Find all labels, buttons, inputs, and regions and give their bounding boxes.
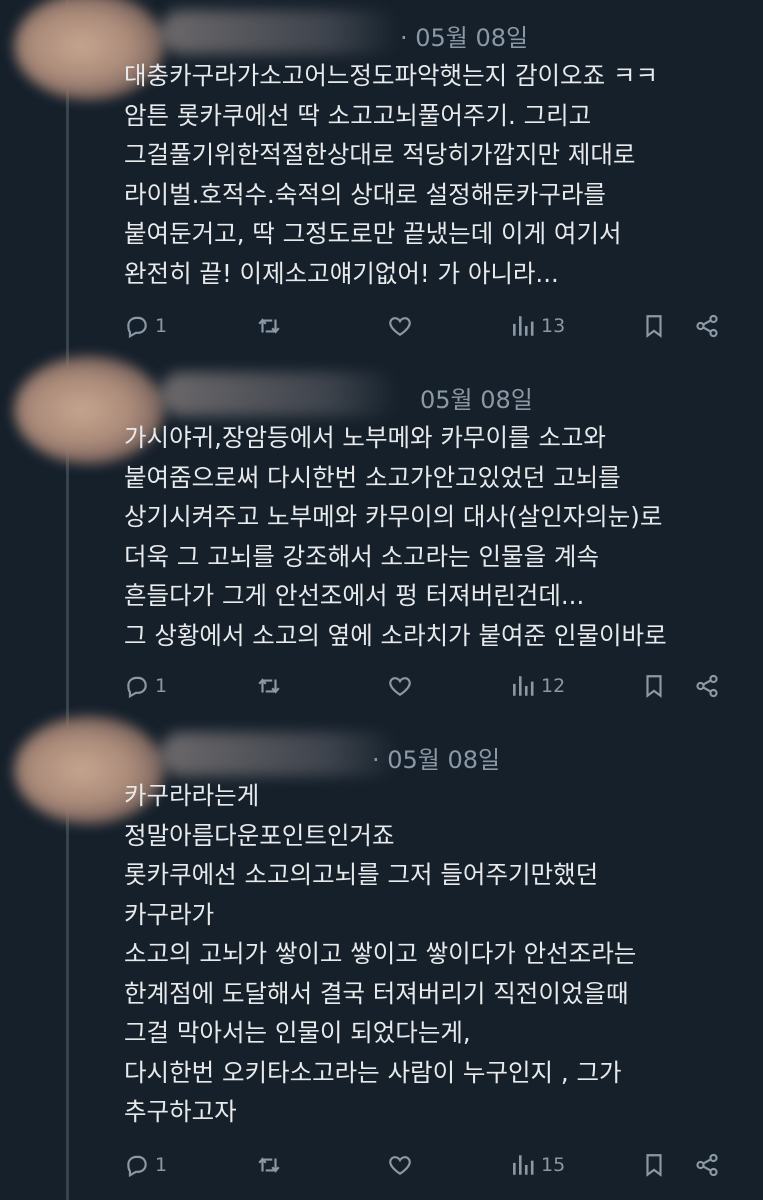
tweet-date[interactable]: · 05월 08일 [400, 18, 528, 53]
like-button[interactable] [387, 1148, 413, 1182]
share-button[interactable] [694, 669, 720, 703]
tweet-date[interactable]: · 05월 08일 [372, 740, 500, 775]
bookmark-icon [646, 675, 662, 698]
views-icon [513, 316, 534, 336]
retweet-button[interactable] [256, 1148, 282, 1182]
reply-icon [127, 316, 147, 339]
reply-icon [127, 676, 147, 699]
bookmark-icon [646, 1154, 662, 1177]
blurred-username[interactable] [160, 10, 400, 54]
tweet-text-line: 그걸풀기위한적절한상대로 적당히가깝지만 제대로 [124, 140, 636, 169]
tweet-text-line: 롯카쿠에선 소고의고뇌를 그저 들어주기만했던 [124, 860, 599, 889]
blurred-username[interactable] [160, 372, 400, 416]
tweet-text-line: 한계점에 도달해서 결국 터져버리기 직전이었을때 [124, 978, 629, 1008]
views-button[interactable]: 12 [510, 669, 565, 703]
tweet-text-line: 추구하고자 [124, 1097, 237, 1126]
like-button[interactable] [387, 669, 413, 703]
tweet-text: 카구라라는게 정말아름다운포인트인거죠 롯카쿠에선 소고의고뇌를 그저 들어주기… [124, 776, 754, 1132]
views-count: 12 [541, 675, 566, 697]
views-count: 13 [541, 315, 566, 337]
reply-button[interactable]: 1 [124, 669, 167, 703]
thread-connector-line [66, 0, 69, 1200]
share-icon [696, 1153, 718, 1177]
like-button[interactable] [387, 309, 413, 343]
tweet-text-line: 카구라라는게 [124, 781, 260, 810]
reply-icon [127, 1155, 147, 1178]
tweet-text-line: 암튼 롯카쿠에선 딱 소고고뇌풀어주기. 그리고 [124, 100, 592, 130]
reply-button[interactable]: 1 [124, 1148, 167, 1182]
blurred-username[interactable] [160, 732, 400, 776]
bookmark-icon [646, 315, 662, 338]
tweet-text: 가시야귀,장암등에서 노부메와 카무이를 소고와 붙여줌으로써 다시한번 소고가… [124, 418, 754, 655]
tweet-actions: 1 12 [124, 669, 739, 703]
tweet-text-line: 상기시켜주고 노부메와 카무이의 대사(살인자의눈)로 [124, 502, 663, 531]
tweet-text-line: 그 상황에서 소고의 옆에 소라치가 붙여준 인물이바로 [124, 620, 667, 650]
reply-count: 1 [155, 675, 168, 697]
tweet-text-line: 대충카구라가소고어느정도파악햇는지 감이오죠 ㅋㅋ [124, 61, 658, 90]
tweet-text-line: 소고의 고뇌가 쌓이고 쌓이고 쌓이다가 안선조라는 [124, 939, 637, 968]
tweet-text-line: 완전히 끝! 이제소고얘기없어! 가 아니라... [124, 258, 559, 288]
heart-icon [389, 1156, 411, 1175]
tweet-text-line: 정말아름다운포인트인거죠 [124, 820, 395, 850]
bookmark-button[interactable] [641, 1148, 667, 1182]
views-button[interactable]: 15 [510, 1148, 565, 1182]
retweet-icon [258, 318, 280, 334]
heart-icon [389, 317, 411, 336]
reply-count: 1 [155, 315, 168, 337]
tweet-date[interactable]: 05월 08일 [420, 380, 533, 415]
tweet-text-line: 가시야귀,장암등에서 노부메와 카무이를 소고와 [124, 423, 606, 452]
tweet-text-line: 카구라가 [124, 899, 215, 929]
tweet-text-line: 흔들다가 그게 안선조에서 펑 터져버린건데... [124, 581, 585, 610]
retweet-button[interactable] [256, 669, 282, 703]
tweet-text-line: 붙여줌으로써 다시한번 소고가안고있었던 고뇌를 [124, 462, 621, 492]
tweet-text-line: 붙여둔거고, 딱 그정도로만 끝냈는데 이게 여기서 [124, 219, 622, 248]
share-button[interactable] [694, 309, 720, 343]
tweet-text-line: 다시한번 오키타소고라는 사람이 누구인지 , 그가 [124, 1057, 622, 1087]
tweet-actions: 1 15 [124, 1148, 739, 1182]
bookmark-button[interactable] [641, 669, 667, 703]
views-icon [513, 676, 534, 696]
tweet-text: 대충카구라가소고어느정도파악햇는지 감이오죠 ㅋㅋ 암튼 롯카쿠에선 딱 소고고… [124, 56, 754, 293]
retweet-button[interactable] [256, 309, 282, 343]
share-icon [696, 674, 718, 698]
tweet-text-line: 그걸 막아서는 인물이 되었다는게, [124, 1018, 471, 1047]
heart-icon [389, 677, 411, 696]
share-button[interactable] [694, 1148, 720, 1182]
reply-count: 1 [155, 1154, 168, 1176]
views-button[interactable]: 13 [510, 309, 565, 343]
bookmark-button[interactable] [641, 309, 667, 343]
retweet-icon [258, 1157, 280, 1173]
tweet-text-line: 라이벌.호적수.숙적의 상대로 설정해둔카구라를 [124, 179, 606, 209]
views-count: 15 [541, 1154, 566, 1176]
tweet-actions: 1 13 [124, 309, 739, 343]
tweet-text-line: 더욱 그 고뇌를 강조해서 소고라는 인물을 계속 [124, 541, 599, 571]
reply-button[interactable]: 1 [124, 309, 167, 343]
retweet-icon [258, 678, 280, 694]
share-icon [696, 314, 718, 338]
views-icon [513, 1155, 534, 1175]
